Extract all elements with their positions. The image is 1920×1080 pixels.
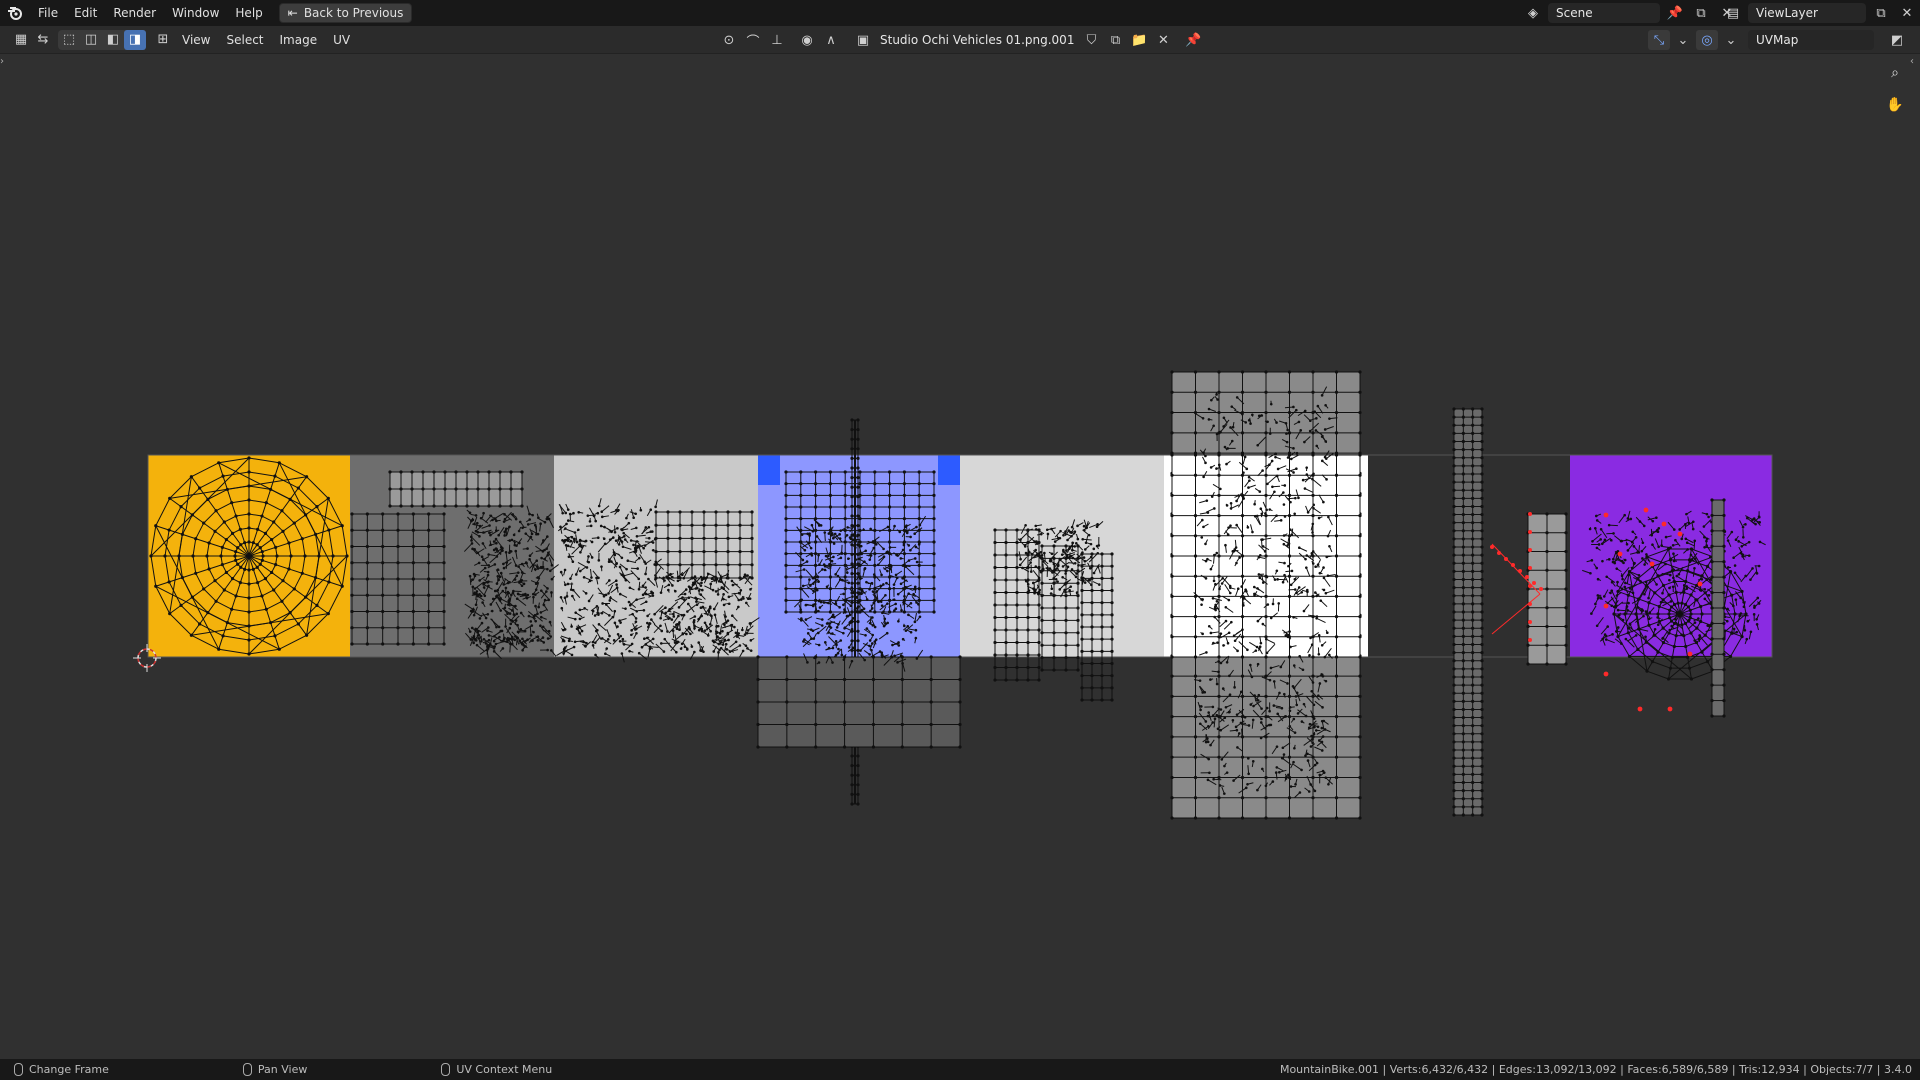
back-to-previous-label: Back to Previous — [303, 6, 404, 20]
fake-user-icon[interactable]: ⛉ — [1080, 30, 1102, 50]
select-mode-group: ⬚ ◫ ◧ ◨ — [58, 29, 146, 50]
menu-edit[interactable]: Edit — [66, 0, 105, 26]
face-select-icon[interactable]: ◧ — [102, 30, 124, 50]
new-view-layer-icon[interactable]: ⧉ — [1870, 3, 1892, 23]
status-uv-context-menu: UV Context Menu — [441, 1063, 552, 1076]
mouse-right-icon — [441, 1063, 451, 1076]
menu-uv[interactable]: UV — [325, 27, 358, 53]
status-pan-view: Pan View — [242, 1063, 308, 1076]
view-layer-icon[interactable]: ▤ — [1722, 3, 1744, 23]
proportional-edit-icon[interactable]: ◉ — [796, 30, 818, 50]
overlay-dropdown-icon[interactable]: ⌄ — [1720, 30, 1742, 50]
edge-select-icon[interactable]: ◫ — [80, 30, 102, 50]
pivot-point-icon[interactable]: ⊙ — [718, 30, 740, 50]
status-pan-view-label: Pan View — [257, 1063, 308, 1076]
status-change-frame-label: Change Frame — [29, 1063, 109, 1076]
open-image-icon[interactable]: 📁 — [1128, 30, 1150, 50]
new-scene-icon[interactable]: ⧉ — [1690, 3, 1712, 23]
status-bar: Change Frame Pan View UV Context Menu Mo… — [0, 1059, 1920, 1080]
scene-statistics: MountainBike.001 | Verts:6,432/6,432 | E… — [1279, 1063, 1912, 1076]
image-name-field[interactable]: Studio Ochi Vehicles 01.png.001 — [876, 30, 1078, 50]
overlay-toggle-icon[interactable]: ◎ — [1696, 30, 1718, 50]
menu-window[interactable]: Window — [164, 0, 227, 26]
menu-view[interactable]: View — [174, 27, 218, 53]
uv-map-field[interactable]: UVMap — [1748, 30, 1874, 50]
back-icon: ⇤ — [287, 6, 298, 20]
display-channels-icon[interactable]: ◩ — [1886, 30, 1908, 50]
mouse-middle-icon — [242, 1063, 252, 1076]
snap-icon[interactable]: ⌒ — [742, 30, 764, 50]
view-layer-field[interactable]: ViewLayer — [1748, 3, 1866, 23]
menu-select[interactable]: Select — [218, 27, 271, 53]
unlink-image-icon[interactable]: ✕ — [1152, 30, 1174, 50]
pin-image-icon[interactable]: 📌 — [1182, 30, 1204, 50]
uv-editor-viewport[interactable]: › ⌕ ✋ ‹ — [0, 54, 1920, 1059]
vertex-select-icon[interactable]: ⬚ — [58, 30, 80, 50]
status-change-frame: Change Frame — [14, 1063, 109, 1076]
island-select-icon[interactable]: ◨ — [124, 29, 146, 50]
image-browse-icon[interactable]: ▣ — [852, 30, 874, 50]
back-to-previous-button[interactable]: ⇤ Back to Previous — [278, 3, 413, 23]
atlas-tile-4-corner-left — [758, 455, 780, 485]
mouse-left-icon — [14, 1063, 23, 1076]
gizmo-dropdown-icon[interactable]: ⌄ — [1672, 30, 1694, 50]
blender-logo-icon[interactable] — [0, 0, 30, 26]
menu-image[interactable]: Image — [272, 27, 326, 53]
scene-name-field[interactable]: Scene — [1548, 3, 1660, 23]
pin-icon[interactable]: 📌 — [1664, 3, 1686, 23]
atlas-tile-5 — [960, 455, 1164, 657]
editor-type-icon[interactable]: ▦ — [10, 30, 32, 50]
menu-render[interactable]: Render — [105, 0, 164, 26]
new-image-icon[interactable]: ⧉ — [1104, 30, 1126, 50]
atlas-tile-4 — [758, 455, 960, 657]
sticky-selection-icon[interactable]: ⊞ — [152, 30, 174, 50]
delete-view-layer-icon[interactable]: ✕ — [1896, 3, 1918, 23]
uv-editor-header: ▦ ⇆ ⬚ ◫ ◧ ◨ ⊞ View Select Image UV ⊙ ⌒ ⊥… — [0, 26, 1920, 54]
top-menu-bar: File Edit Render Window Help ⇤ Back to P… — [0, 0, 1920, 26]
gizmo-toggle-icon[interactable]: ⤡ — [1648, 30, 1670, 50]
uv-canvas[interactable] — [0, 54, 1920, 1059]
menu-file[interactable]: File — [30, 0, 66, 26]
status-uv-context-menu-label: UV Context Menu — [456, 1063, 553, 1076]
menu-help[interactable]: Help — [227, 0, 270, 26]
sync-selection-icon[interactable]: ⇆ — [32, 30, 54, 50]
snap-target-icon[interactable]: ⊥ — [766, 30, 788, 50]
falloff-icon[interactable]: ∧ — [820, 30, 842, 50]
scene-selector-icon[interactable]: ◈ — [1522, 3, 1544, 23]
atlas-tile-4-corner-right — [938, 455, 960, 485]
